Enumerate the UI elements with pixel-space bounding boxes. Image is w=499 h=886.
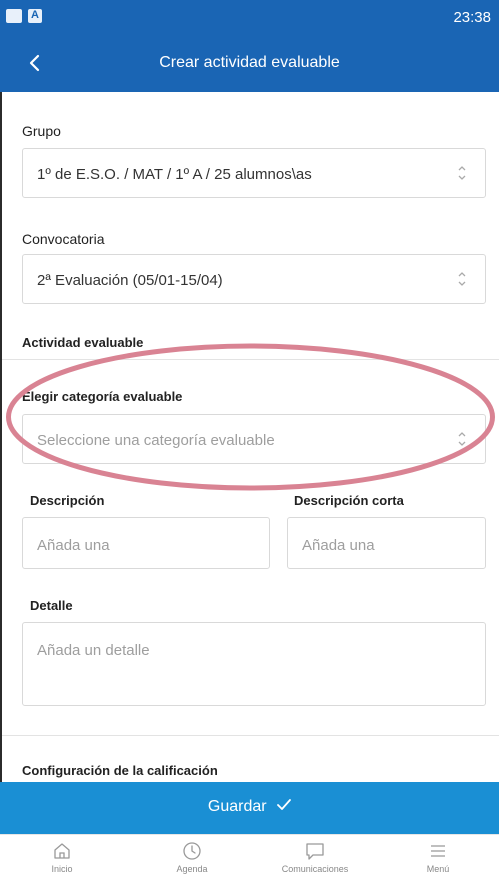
divider <box>2 735 499 736</box>
page-title: Crear actividad evaluable <box>159 54 340 71</box>
clock-icon <box>183 842 201 860</box>
nav-item-agenda[interactable]: Agenda <box>132 840 252 874</box>
categoria-placeholder: Seleccione una categoría evaluable <box>37 432 275 449</box>
detalle-label: Detalle <box>30 598 73 613</box>
detalle-placeholder: Añada un detalle <box>37 642 150 659</box>
save-label: Guardar <box>207 798 267 815</box>
menu-icon <box>431 845 445 857</box>
status-time: 23:38 <box>453 9 491 26</box>
app-bar: Crear actividad evaluable <box>0 34 499 92</box>
notification-app-icon <box>6 9 22 23</box>
descripcion-input[interactable]: Añada una <box>22 517 270 569</box>
section-actividad-evaluable: Actividad evaluable <box>22 335 144 350</box>
descripcion-corta-placeholder: Añada una <box>302 537 375 554</box>
section-configuracion-calificacion: Configuración de la calificación <box>22 763 218 778</box>
notification-a-icon <box>28 9 42 23</box>
descripcion-label: Descripción <box>30 493 105 508</box>
form-content[interactable]: Grupo 1º de E.S.O. / MAT / 1º A / 25 alu… <box>0 92 499 782</box>
sort-arrows-icon <box>458 272 466 286</box>
convocatoria-select[interactable]: 2ª Evaluación (05/01-15/04) <box>22 254 486 304</box>
nav-item-comunicaciones[interactable]: Comunicaciones <box>255 840 375 874</box>
categoria-select[interactable]: Seleccione una categoría evaluable <box>22 414 486 464</box>
sort-arrows-icon <box>458 432 466 446</box>
detalle-textarea[interactable]: Añada un detalle <box>22 622 486 706</box>
descripcion-corta-input[interactable]: Añada una <box>287 517 486 569</box>
nav-label-menu: Menú <box>426 864 450 874</box>
descripcion-corta-label: Descripción corta <box>294 493 404 508</box>
convocatoria-value: 2ª Evaluación (05/01-15/04) <box>37 272 223 289</box>
nav-label-agenda: Agenda <box>176 864 208 874</box>
home-icon <box>54 843 70 859</box>
descripcion-placeholder: Añada una <box>37 537 110 554</box>
bottom-nav: Inicio Agenda Comunicaciones Menú <box>0 834 499 886</box>
divider <box>2 359 499 360</box>
check-icon <box>277 799 291 810</box>
grupo-value: 1º de E.S.O. / MAT / 1º A / 25 alumnos\a… <box>37 166 312 183</box>
categoria-label: Elegir categoría evaluable <box>22 389 183 404</box>
nav-item-menu[interactable]: Menú <box>378 840 498 874</box>
convocatoria-label: Convocatoria <box>22 231 105 247</box>
nav-item-inicio[interactable]: Inicio <box>2 840 122 874</box>
save-button[interactable]: Guardar <box>0 782 499 834</box>
nav-label-inicio: Inicio <box>51 864 73 874</box>
status-bar: 23:38 <box>0 0 499 34</box>
sort-arrows-icon <box>458 166 466 180</box>
grupo-label: Grupo <box>22 123 61 139</box>
left-edge <box>0 92 2 886</box>
nav-label-comunicaciones: Comunicaciones <box>281 864 349 874</box>
grupo-select[interactable]: 1º de E.S.O. / MAT / 1º A / 25 alumnos\a… <box>22 148 486 198</box>
message-icon <box>306 843 324 860</box>
